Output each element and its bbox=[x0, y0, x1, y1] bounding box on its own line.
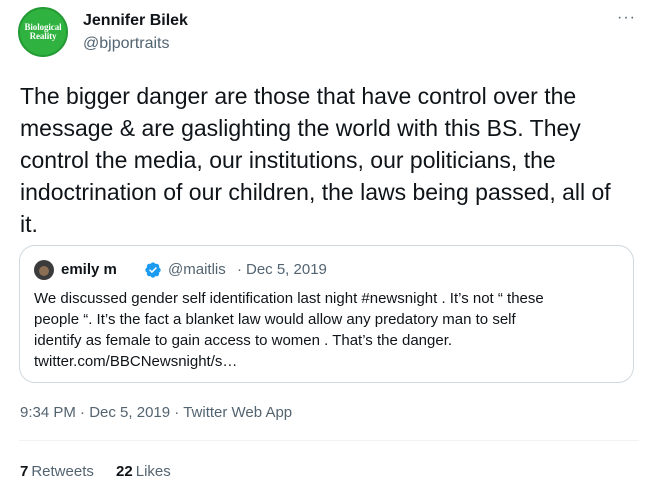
tweet-date[interactable]: Dec 5, 2019 bbox=[89, 404, 170, 421]
quoted-tweet[interactable]: emily m @maitlis · Dec 5, 2019 We discus… bbox=[19, 245, 634, 383]
more-options-icon[interactable]: ··· bbox=[617, 9, 636, 27]
retweets-label: Retweets bbox=[31, 463, 94, 480]
tweet-time[interactable]: 9:34 PM bbox=[20, 404, 76, 421]
quoted-link[interactable]: twitter.com/BBCNewsnight/s… bbox=[34, 351, 624, 372]
quoted-author-handle: @maitlis bbox=[168, 261, 226, 278]
quoted-separator: · bbox=[237, 261, 242, 278]
quoted-text-line: We discussed gender self identification … bbox=[34, 290, 544, 307]
likes-label: Likes bbox=[135, 463, 171, 480]
tweet-text: The bigger danger are those that have co… bbox=[20, 83, 611, 237]
tweet-source[interactable]: Twitter Web App bbox=[183, 404, 292, 421]
avatar-logo-text: Biological Reality bbox=[24, 22, 62, 41]
tweet-meta: 9:34 PM · Dec 5, 2019 · Twitter Web App bbox=[20, 404, 292, 421]
meta-separator: · bbox=[80, 404, 86, 421]
quoted-text-line: people “. It’s the fact a blanket law wo… bbox=[34, 311, 516, 328]
tweet-stats: 7 Retweets 22 Likes bbox=[20, 463, 189, 480]
quoted-author-avatar bbox=[34, 260, 54, 280]
retweets-stat[interactable]: 7 Retweets bbox=[20, 463, 94, 480]
author-avatar[interactable]: Biological Reality bbox=[18, 7, 68, 57]
quoted-date: Dec 5, 2019 bbox=[246, 261, 327, 278]
tweet: Biological Reality Jennifer Bilek @bjpor… bbox=[0, 0, 658, 497]
quoted-author-name: emily m bbox=[61, 261, 117, 278]
verified-badge-icon bbox=[145, 262, 161, 278]
quoted-text-line: identify as female to gain access to wom… bbox=[34, 332, 453, 349]
author-handle[interactable]: @bjportraits bbox=[83, 35, 170, 53]
divider bbox=[19, 440, 639, 441]
author-name[interactable]: Jennifer Bilek bbox=[83, 12, 188, 30]
quoted-text: We discussed gender self identification … bbox=[34, 288, 624, 372]
retweets-count: 7 bbox=[20, 463, 29, 480]
likes-count: 22 bbox=[116, 463, 133, 480]
likes-stat[interactable]: 22 Likes bbox=[116, 463, 171, 480]
meta-separator: · bbox=[174, 404, 180, 421]
